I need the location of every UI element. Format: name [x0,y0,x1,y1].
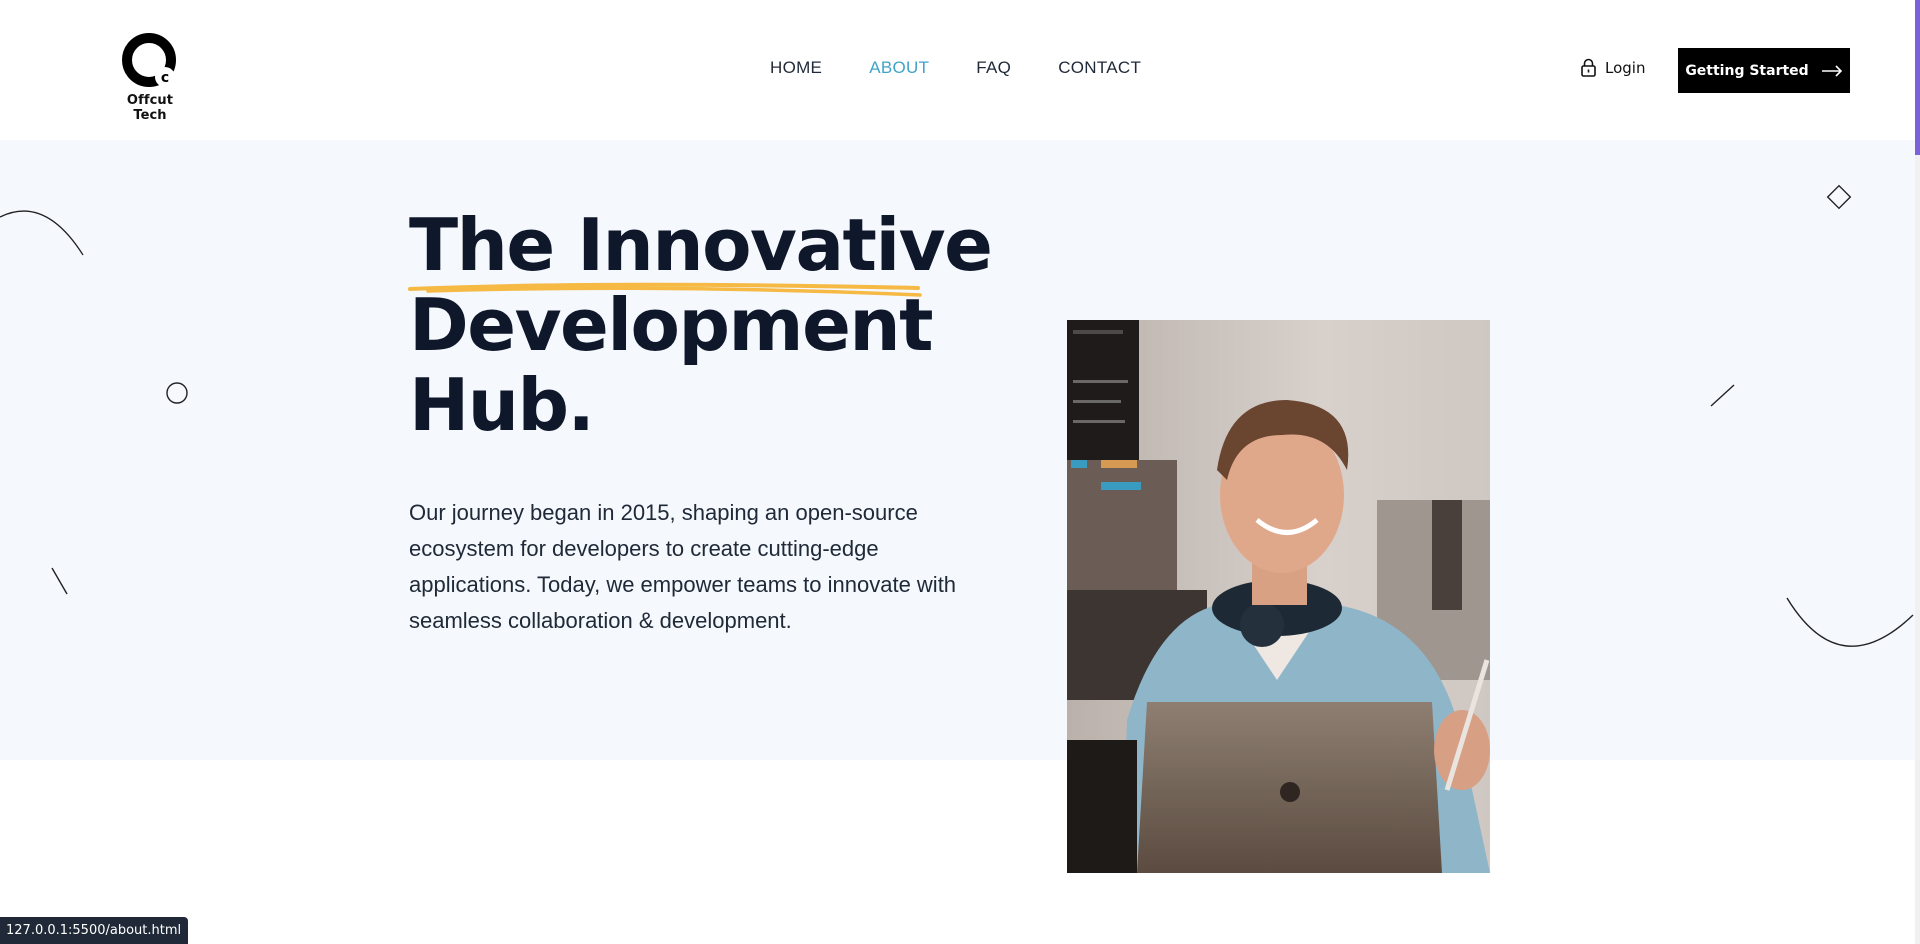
decorative-arc-icon [0,210,84,256]
headline-line-1: The Innovative [409,203,993,287]
login-link[interactable]: Login [1580,58,1645,78]
brand-name: Offcut Tech [126,93,174,123]
cta-label: Getting Started [1685,62,1809,79]
headline-line-3: Hub. [409,363,595,447]
nav-faq[interactable]: FAQ [976,58,1011,82]
nav-contact[interactable]: CONTACT [1058,58,1141,82]
nav-about[interactable]: ABOUT [869,58,929,82]
scrollbar-track[interactable] [1915,155,1920,944]
decorative-line-icon [1710,384,1735,407]
lock-icon [1581,58,1596,77]
decorative-line-icon [51,567,68,595]
developer-photo-illustration [1067,320,1490,873]
intro-line: ecosystem for developers to create cutti… [409,536,879,561]
intro-line: seamless collaboration & development. [409,608,792,633]
headline-underline-icon [408,282,922,297]
arrow-right-icon [1821,64,1842,77]
main-nav: HOME ABOUT FAQ CONTACT [770,58,1188,82]
decorative-curve-icon [1786,597,1914,647]
hero-headline: The Innovative Development Hub. [409,203,993,447]
nav-home[interactable]: HOME [770,58,822,82]
browser-status-url: 127.0.0.1:5500/about.html [0,917,189,944]
decorative-diamond-icon [1826,184,1852,210]
hero-photo [1067,320,1490,873]
getting-started-button[interactable]: Getting Started [1678,48,1850,93]
scrollbar-thumb[interactable] [1915,0,1920,155]
status-url-text: 127.0.0.1:5500/about.html [6,923,182,938]
hero-intro: Our journey began in 2015, shaping an op… [409,495,989,639]
brand-logo[interactable]: c Offcut Tech [108,30,192,123]
intro-line: Our journey began in 2015, shaping an op… [409,500,918,525]
page: c Offcut Tech HOME ABOUT FAQ CONTACT Log… [0,0,1920,944]
decorative-circle-icon [166,382,188,404]
intro-line: applications. Today, we empower teams to… [409,572,957,597]
login-label: Login [1605,59,1646,77]
offcut-logo-mark-icon: c [122,33,176,87]
site-header: c Offcut Tech HOME ABOUT FAQ CONTACT Log… [0,0,1915,140]
logo-letter: c [161,70,169,86]
